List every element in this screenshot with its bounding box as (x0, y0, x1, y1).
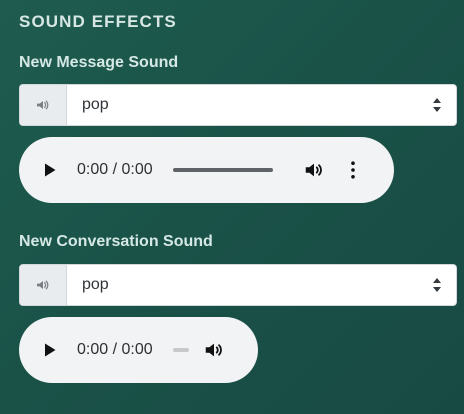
new-message-sound-label: New Message Sound (19, 54, 179, 71)
volume-icon (20, 265, 67, 305)
audio-time: 0:00 / 0:00 (77, 341, 153, 358)
seek-track[interactable] (172, 168, 273, 172)
volume-icon[interactable] (203, 339, 225, 361)
new-message-audio-player[interactable]: 0:00 / 0:00 (19, 137, 394, 203)
new-conversation-sound-select[interactable]: pop (19, 264, 457, 306)
more-options-icon[interactable] (342, 159, 364, 181)
new-message-sound-value-area[interactable]: pop (67, 85, 456, 125)
play-icon[interactable] (41, 161, 59, 179)
seek-track[interactable] (172, 348, 189, 352)
play-icon[interactable] (41, 341, 59, 359)
audio-time: 0:00 / 0:00 (77, 161, 153, 178)
new-conversation-audio-player[interactable]: 0:00 / 0:00 (19, 317, 258, 383)
section-title: SOUND EFFECTS (19, 12, 177, 31)
new-conversation-sound-value-area[interactable]: pop (67, 265, 456, 305)
volume-icon (20, 85, 67, 125)
new-message-sound-value: pop (82, 96, 109, 113)
new-message-sound-select[interactable]: pop (19, 84, 457, 126)
new-conversation-sound-label: New Conversation Sound (19, 233, 213, 250)
new-conversation-sound-value: pop (82, 276, 109, 293)
select-sort-icon (431, 277, 443, 293)
select-sort-icon (431, 97, 443, 113)
volume-icon[interactable] (303, 159, 325, 181)
